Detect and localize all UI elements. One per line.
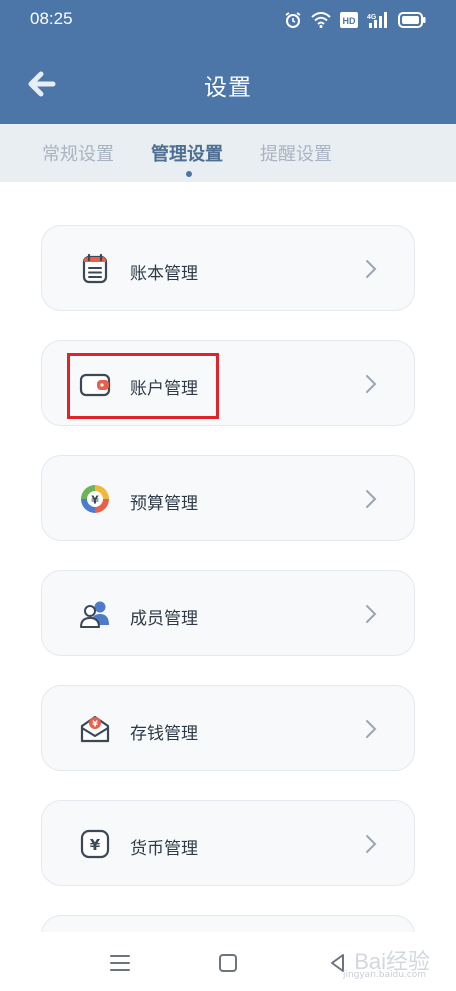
member-management-label: 成员管理 xyxy=(130,609,198,629)
app-header: 08:25 HD 4G 设置 xyxy=(0,0,456,124)
partial-list-item[interactable] xyxy=(41,915,415,932)
ledger-management-item[interactable]: 账本管理 xyxy=(41,225,415,311)
settings-list: 账本管理 账户管理 ¥ 预算管理 成员管理 ¥ 存钱管理 ¥ 货币管理 xyxy=(0,182,456,932)
ledger-management-label: 账本管理 xyxy=(130,264,198,284)
currency-yuan-icon: ¥ xyxy=(80,829,110,859)
budget-management-item[interactable]: ¥ 预算管理 xyxy=(41,455,415,541)
savings-management-label: 存钱管理 xyxy=(130,724,198,744)
status-icons: HD 4G xyxy=(284,11,426,29)
svg-text:HD: HD xyxy=(343,16,356,26)
hd-icon: HD xyxy=(340,12,358,28)
menu-nav-icon[interactable] xyxy=(108,951,132,975)
chevron-right-icon xyxy=(366,720,377,738)
page-title: 设置 xyxy=(204,75,252,101)
svg-text:¥: ¥ xyxy=(92,720,98,729)
battery-icon xyxy=(398,12,426,28)
active-tab-indicator xyxy=(186,171,192,177)
currency-management-label: 货币管理 xyxy=(130,839,198,859)
budget-management-label: 预算管理 xyxy=(130,494,198,514)
account-management-label: 账户管理 xyxy=(130,379,198,399)
chevron-right-icon xyxy=(366,490,377,508)
chevron-right-icon xyxy=(366,835,377,853)
chevron-right-icon xyxy=(366,375,377,393)
wallet-icon xyxy=(79,373,111,397)
tab-general-settings[interactable]: 常规设置 xyxy=(42,140,114,166)
budget-pie-icon: ¥ xyxy=(81,485,109,513)
chevron-right-icon xyxy=(366,260,377,278)
svg-text:4G: 4G xyxy=(367,14,377,21)
home-nav-icon[interactable] xyxy=(216,951,240,975)
chevron-right-icon xyxy=(366,605,377,623)
member-management-item[interactable]: 成员管理 xyxy=(41,570,415,656)
tab-bar: 常规设置 管理设置 提醒设置 xyxy=(0,124,456,182)
svg-text:¥: ¥ xyxy=(91,494,99,507)
members-icon xyxy=(80,601,109,628)
tab-reminder-settings[interactable]: 提醒设置 xyxy=(260,140,332,166)
status-time: 08:25 xyxy=(30,9,73,28)
ledger-icon xyxy=(82,253,108,284)
status-bar: 08:25 HD 4G xyxy=(0,0,456,40)
currency-management-item[interactable]: ¥ 货币管理 xyxy=(41,800,415,886)
alarm-icon xyxy=(285,12,301,28)
svg-text:¥: ¥ xyxy=(90,836,101,854)
wifi-icon xyxy=(311,12,331,28)
tab-management-settings[interactable]: 管理设置 xyxy=(151,140,223,166)
4g-signal-icon: 4G xyxy=(367,12,387,28)
watermark-url: jingyan.baidu.com xyxy=(342,970,426,980)
savings-management-item[interactable]: ¥ 存钱管理 xyxy=(41,685,415,771)
account-management-item[interactable]: 账户管理 xyxy=(41,340,415,426)
savings-envelope-icon: ¥ xyxy=(80,715,110,743)
